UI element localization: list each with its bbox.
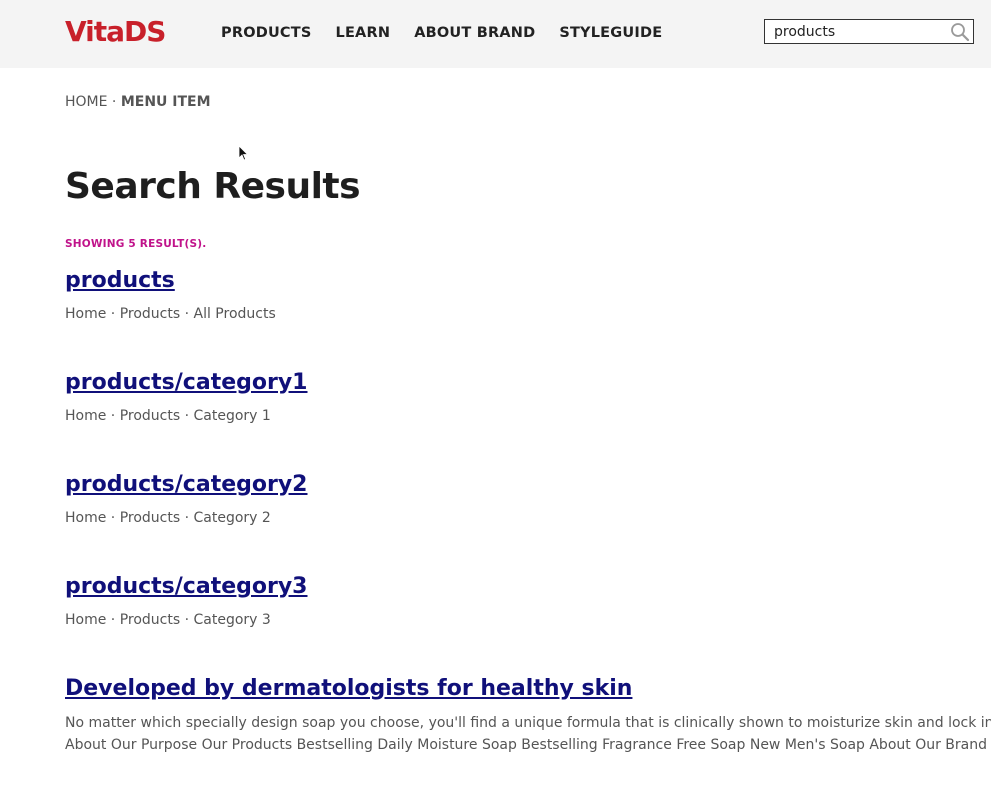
result-title-link[interactable]: Developed by dermatologists for healthy … <box>65 674 991 704</box>
page-title: Search Results <box>65 166 361 207</box>
result-breadcrumb: Home · Products · Category 2 <box>65 510 271 526</box>
search-box <box>764 19 974 44</box>
result-title-link[interactable]: products/category3 <box>65 572 991 602</box>
brand-logo[interactable]: VitaDS <box>65 14 166 50</box>
search-result: products/category1 Home · Products · Cat… <box>65 368 991 426</box>
search-result: products Home · Products · All Products <box>65 266 991 324</box>
site-header: VitaDS PRODUCTS LEARN ABOUT BRAND STYLEG… <box>0 0 991 68</box>
result-title-link[interactable]: products/category2 <box>65 470 991 500</box>
result-snippet: No matter which specially design soap yo… <box>65 712 991 756</box>
nav-item-about-brand[interactable]: ABOUT BRAND <box>414 22 535 44</box>
breadcrumb: HOME · MENU ITEM <box>65 92 211 112</box>
result-snippet-line: About Our Purpose Our Products Bestselli… <box>65 737 987 753</box>
result-breadcrumb: Home · Products · Category 3 <box>65 612 271 628</box>
nav-item-learn[interactable]: LEARN <box>336 22 391 44</box>
main-nav: PRODUCTS LEARN ABOUT BRAND STYLEGUIDE <box>221 22 686 44</box>
nav-item-products[interactable]: PRODUCTS <box>221 22 312 44</box>
search-input[interactable] <box>765 20 945 43</box>
mouse-cursor-icon <box>238 145 249 161</box>
result-title-link[interactable]: products/category1 <box>65 368 991 398</box>
breadcrumb-home[interactable]: HOME <box>65 94 107 110</box>
search-result: Developed by dermatologists for healthy … <box>65 674 991 756</box>
result-snippet-line: No matter which specially design soap yo… <box>65 715 991 731</box>
results-count: SHOWING 5 RESULT(S). <box>65 238 207 250</box>
nav-item-styleguide[interactable]: STYLEGUIDE <box>559 22 662 44</box>
result-breadcrumb: Home · Products · All Products <box>65 306 276 322</box>
search-icon[interactable] <box>950 22 970 42</box>
result-breadcrumb: Home · Products · Category 1 <box>65 408 271 424</box>
search-result: products/category2 Home · Products · Cat… <box>65 470 991 528</box>
result-title-link[interactable]: products <box>65 266 991 296</box>
breadcrumb-separator: · <box>107 94 121 110</box>
breadcrumb-current: MENU ITEM <box>120 94 211 110</box>
search-result: products/category3 Home · Products · Cat… <box>65 572 991 630</box>
